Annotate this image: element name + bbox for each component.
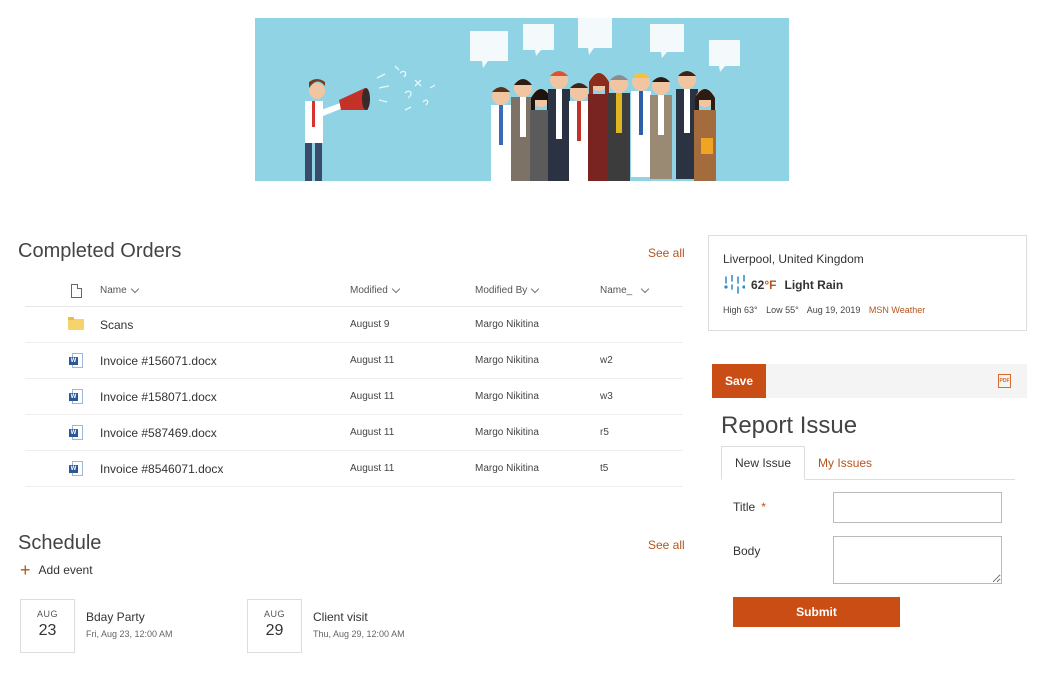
table-row[interactable]: W Invoice #587469.docx August 11 Margo N… xyxy=(25,415,683,451)
add-event-label: Add event xyxy=(38,563,93,577)
title-field-label: Title * xyxy=(733,500,766,514)
table-row[interactable]: W Invoice #156071.docx August 11 Margo N… xyxy=(25,343,683,379)
column-header-modified-label: Modified xyxy=(350,285,388,296)
column-header-modified-by[interactable]: Modified By xyxy=(475,275,540,306)
form-tabs: New Issue My Issues xyxy=(721,446,1015,480)
schedule-see-all-link[interactable]: See all xyxy=(648,538,685,552)
modified-by: Margo Nikitina xyxy=(475,355,539,366)
weather-low: Low 55° xyxy=(766,305,799,315)
column-header-modified[interactable]: Modified xyxy=(350,275,401,306)
body-textarea[interactable] xyxy=(833,536,1002,584)
modified-by: Margo Nikitina xyxy=(475,319,539,330)
add-event-button[interactable]: + Add event xyxy=(20,560,93,580)
name2-value: r5 xyxy=(600,427,609,438)
pdf-export-icon[interactable]: PDF xyxy=(998,374,1011,388)
weather-details: High 63° Low 55° Aug 19, 2019 MSN Weathe… xyxy=(723,305,1012,315)
word-document-icon: W xyxy=(69,424,83,441)
submit-button[interactable]: Submit xyxy=(733,597,900,627)
title-input[interactable] xyxy=(833,492,1002,523)
weather-location: Liverpool, United Kingdom xyxy=(723,252,864,266)
event-card[interactable]: AUG 23 Bday Party Fri, Aug 23, 12:00 AM xyxy=(20,599,173,653)
form-toolbar: Save PDF xyxy=(712,364,1027,398)
column-header-name2-label: Name_ xyxy=(600,285,633,296)
modified-by: Margo Nikitina xyxy=(475,391,539,402)
file-name[interactable]: Invoice #8546071.docx xyxy=(100,451,223,486)
event-day: 23 xyxy=(38,622,57,639)
modified-date: August 9 xyxy=(350,319,390,330)
file-type-icon xyxy=(70,283,82,298)
column-header-modified-by-label: Modified By xyxy=(475,285,528,296)
title-label-text: Title xyxy=(733,500,756,514)
plus-icon: + xyxy=(20,560,31,580)
modified-date: August 11 xyxy=(350,355,395,366)
form-title: Report Issue xyxy=(721,412,858,439)
weather-date: Aug 19, 2019 xyxy=(806,305,861,315)
event-date-box: AUG 29 xyxy=(247,599,302,653)
event-title[interactable]: Client visit xyxy=(313,610,405,624)
modified-by: Margo Nikitina xyxy=(475,463,539,474)
modified-date: August 11 xyxy=(350,463,395,474)
modified-date: August 11 xyxy=(350,427,395,438)
column-header-name-label: Name xyxy=(100,285,127,296)
document-library: Name Modified Modified By Name_ Scans Au… xyxy=(25,275,683,487)
schedule-section-title: Schedule xyxy=(18,532,102,554)
event-datetime: Thu, Aug 29, 12:00 AM xyxy=(313,629,405,639)
word-document-icon: W xyxy=(69,460,83,477)
table-row[interactable]: W Invoice #158071.docx August 11 Margo N… xyxy=(25,379,683,415)
required-indicator: * xyxy=(761,500,766,514)
name2-value: t5 xyxy=(600,463,609,474)
word-document-icon: W xyxy=(69,388,83,405)
document-library-header: Name Modified Modified By Name_ xyxy=(25,275,683,307)
msn-weather-link[interactable]: MSN Weather xyxy=(869,305,925,315)
file-name[interactable]: Invoice #156071.docx xyxy=(100,343,217,378)
table-row[interactable]: W Invoice #8546071.docx August 11 Margo … xyxy=(25,451,683,487)
orders-section-title: Completed Orders xyxy=(18,240,182,262)
file-name[interactable]: Invoice #158071.docx xyxy=(100,379,217,414)
temperature-unit[interactable]: °F xyxy=(764,278,776,292)
save-button[interactable]: Save xyxy=(712,364,766,398)
chevron-down-icon xyxy=(531,284,540,294)
event-month: AUG xyxy=(263,609,285,619)
body-field-label: Body xyxy=(733,544,761,558)
weather-card: Liverpool, United Kingdom 62°F Light Rai… xyxy=(708,235,1027,331)
event-title[interactable]: Bday Party xyxy=(86,610,173,624)
chevron-down-icon xyxy=(130,284,139,294)
temperature-value: 62 xyxy=(751,278,765,292)
column-header-name2[interactable]: Name_ xyxy=(600,275,650,306)
weather-high: High 63° xyxy=(723,305,758,315)
rain-icon xyxy=(724,275,745,294)
event-date-box: AUG 23 xyxy=(20,599,75,653)
tab-new-issue[interactable]: New Issue xyxy=(721,446,806,480)
orders-see-all-link[interactable]: See all xyxy=(648,246,685,260)
chevron-down-icon xyxy=(391,284,401,294)
weather-condition: Light Rain xyxy=(784,278,844,292)
event-day: 29 xyxy=(265,622,284,639)
modified-by: Margo Nikitina xyxy=(475,427,539,438)
chevron-down-icon xyxy=(641,284,650,294)
file-name[interactable]: Scans xyxy=(100,307,133,342)
column-header-name[interactable]: Name xyxy=(100,275,139,306)
word-document-icon: W xyxy=(69,352,83,369)
modified-date: August 11 xyxy=(350,391,395,402)
weather-temperature: 62°F xyxy=(751,278,777,292)
name2-value: w2 xyxy=(600,355,613,366)
file-type-header[interactable] xyxy=(65,275,87,306)
event-month: AUG xyxy=(36,609,58,619)
event-datetime: Fri, Aug 23, 12:00 AM xyxy=(86,629,173,639)
event-card[interactable]: AUG 29 Client visit Thu, Aug 29, 12:00 A… xyxy=(247,599,405,653)
file-name[interactable]: Invoice #587469.docx xyxy=(100,415,217,450)
hero-banner-image xyxy=(255,18,789,181)
table-row[interactable]: Scans August 9 Margo Nikitina xyxy=(25,307,683,343)
name2-value: w3 xyxy=(600,391,613,402)
folder-icon xyxy=(68,317,84,330)
tab-my-issues[interactable]: My Issues xyxy=(805,446,885,480)
